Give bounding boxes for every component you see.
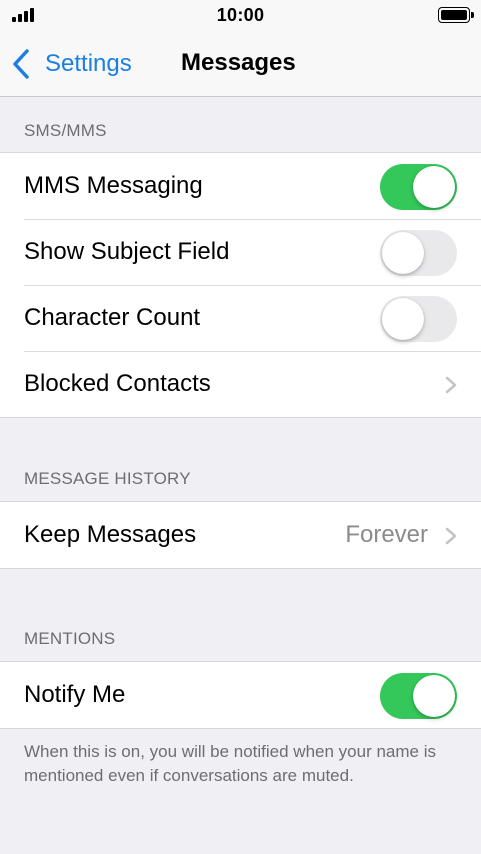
notify-me-row: Notify Me xyxy=(0,662,481,728)
mms-messaging-row: MMS Messaging xyxy=(0,153,481,219)
page-title: Messages xyxy=(181,49,296,76)
show-subject-field-label: Show Subject Field xyxy=(24,238,230,265)
sms-mms-group: MMS Messaging Show Subject Field Charact… xyxy=(0,152,481,418)
notify-me-toggle[interactable] xyxy=(380,673,457,719)
show-subject-field-row: Show Subject Field xyxy=(0,219,481,285)
back-label: Settings xyxy=(45,50,132,77)
mms-messaging-label: MMS Messaging xyxy=(24,172,203,199)
blocked-contacts-row[interactable]: Blocked Contacts xyxy=(0,351,481,417)
show-subject-field-toggle[interactable] xyxy=(380,230,457,276)
keep-messages-row[interactable]: Keep Messages Forever xyxy=(0,502,481,568)
battery-icon xyxy=(438,7,474,23)
chevron-right-icon xyxy=(445,527,457,545)
mentions-group: Notify Me xyxy=(0,661,481,729)
blocked-contacts-label: Blocked Contacts xyxy=(24,370,211,397)
keep-messages-value: Forever xyxy=(345,521,428,548)
section-header-message-history: MESSAGE HISTORY xyxy=(24,469,191,488)
section-header-mentions: MENTIONS xyxy=(24,629,116,648)
navigation-bar: Settings Messages xyxy=(0,32,481,97)
message-history-group: Keep Messages Forever xyxy=(0,501,481,569)
back-button[interactable]: Settings xyxy=(12,48,132,80)
keep-messages-label: Keep Messages xyxy=(24,521,197,548)
section-header-sms-mms: SMS/MMS xyxy=(24,121,107,140)
status-bar: 10:00 xyxy=(0,0,481,32)
notify-me-label: Notify Me xyxy=(24,681,126,708)
chevron-right-icon xyxy=(445,376,457,394)
status-time: 10:00 xyxy=(216,5,265,25)
character-count-label: Character Count xyxy=(24,304,201,331)
character-count-toggle[interactable] xyxy=(380,296,457,342)
mms-messaging-toggle[interactable] xyxy=(380,164,457,210)
mentions-footer-text: When this is on, you will be notified wh… xyxy=(24,742,436,785)
character-count-row: Character Count xyxy=(0,285,481,351)
chevron-left-icon xyxy=(13,49,29,79)
